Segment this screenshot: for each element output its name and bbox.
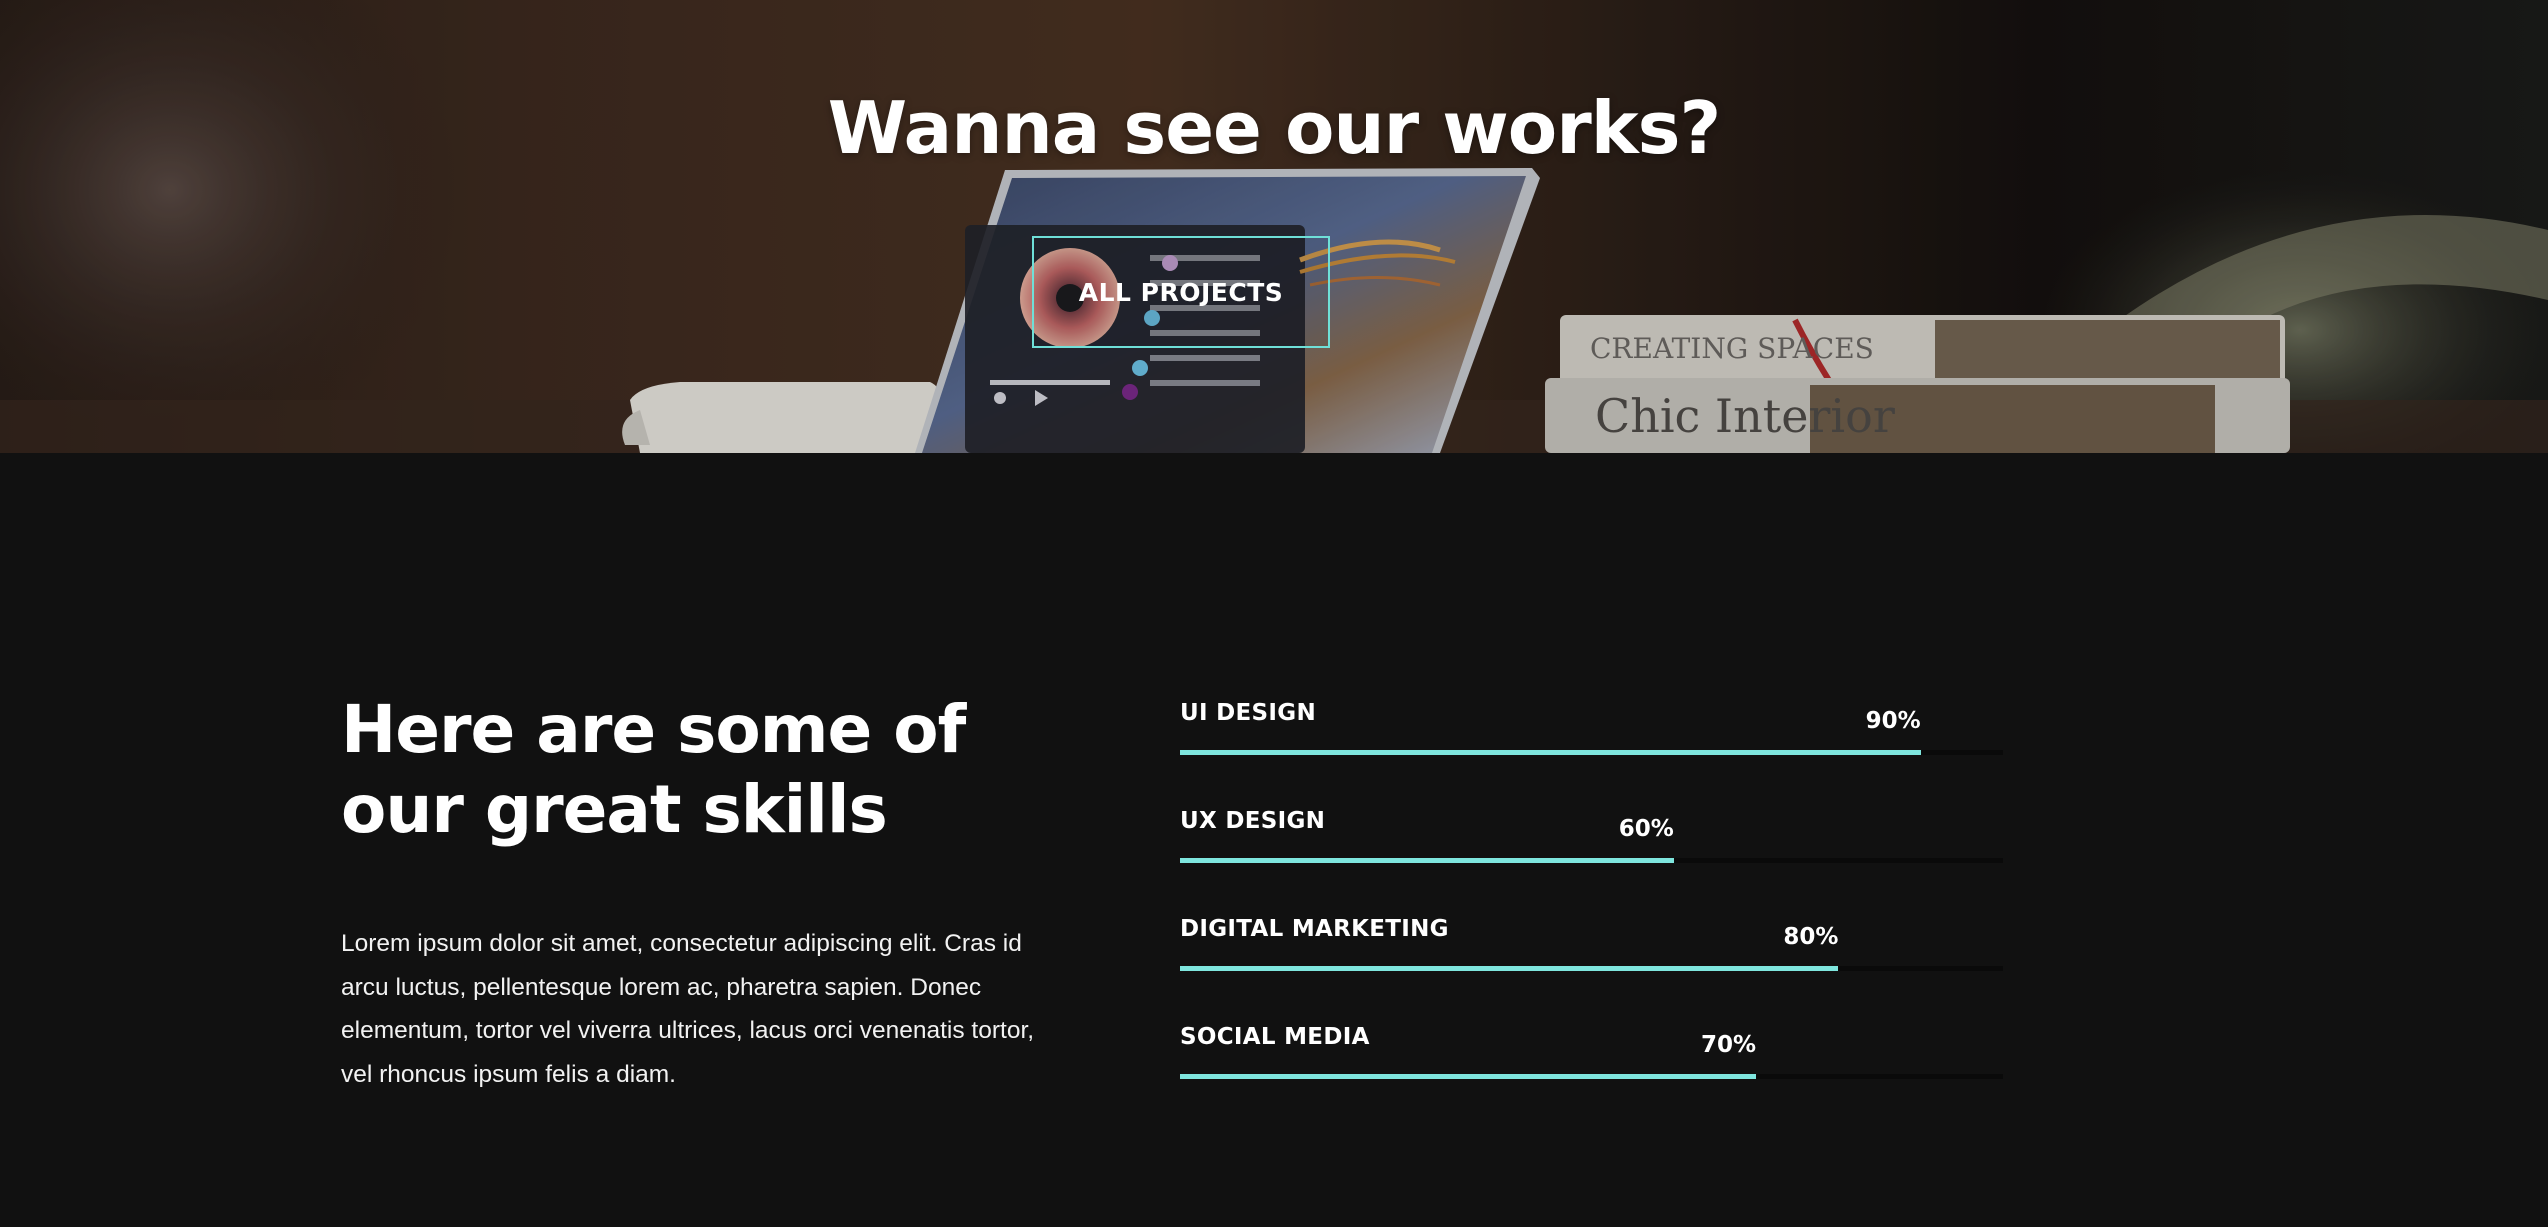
skill-percentage: 70% [1701, 1032, 1757, 1058]
skill-progress-fill [1180, 966, 1839, 971]
skill-item-ux-design: UX DESIGN 60% [1180, 808, 2003, 868]
skill-progress-fill [1180, 750, 1921, 755]
skill-item-ui-design: UI DESIGN 90% [1180, 700, 2003, 760]
all-projects-button[interactable]: ALL PROJECTS [1032, 236, 1330, 348]
skill-progress-fill [1180, 858, 1674, 863]
skill-percentage: 80% [1783, 924, 1839, 950]
skills-title: Here are some of our great skills [341, 690, 1061, 850]
skill-label: UX DESIGN [1180, 808, 1326, 834]
skill-progress-fill [1180, 1074, 1757, 1079]
hero-background-image: CREATING SPACES Chic Interior [0, 0, 2548, 453]
skill-progress-track [1180, 966, 2003, 971]
skills-title-line-2: our great skills [341, 771, 888, 848]
skill-progress-track [1180, 858, 2003, 863]
skill-item-social-media: SOCIAL MEDIA 70% [1180, 1024, 2003, 1084]
skills-description: Lorem ipsum dolor sit amet, consectetur … [341, 930, 1035, 1088]
skill-progress-track [1180, 750, 2003, 755]
skill-label: DIGITAL MARKETING [1180, 916, 1449, 942]
skill-label: SOCIAL MEDIA [1180, 1024, 1370, 1050]
skill-item-digital-marketing: DIGITAL MARKETING 80% [1180, 916, 2003, 976]
skills-title-line-1: Here are some of [341, 691, 966, 768]
skill-progress-track [1180, 1074, 2003, 1079]
hero-title: Wanna see our works? [827, 86, 1721, 170]
hero-section: CREATING SPACES Chic Interior Wanna see … [0, 0, 2548, 453]
skill-percentage: 90% [1865, 708, 1921, 734]
skill-percentage: 60% [1618, 816, 1674, 842]
skill-label: UI DESIGN [1180, 700, 1316, 726]
